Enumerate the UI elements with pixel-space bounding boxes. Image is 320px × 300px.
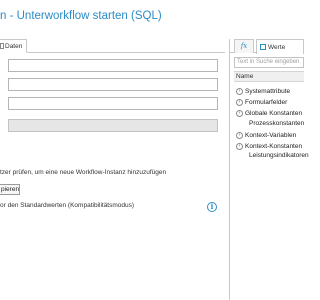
window-title: n - Unterworkflow starten (SQL) [0,10,162,22]
tab-daten[interactable]: Daten [0,39,27,53]
title-bar: n - Unterworkflow starten (SQL) [0,0,300,30]
tree-item-prozesskonstanten[interactable]: Prozesskonstanten [249,119,304,129]
tree-item-globale-konstanten[interactable]: › Globale Konstanten [236,108,302,118]
expand-arrow-icon[interactable]: › [236,87,243,95]
input-field-3[interactable] [8,97,218,110]
left-panel: tzer prüfen, um eine neue Workflow-Insta… [0,53,225,300]
tree-item-label: Kontext-Variablen [245,131,297,139]
tree-item-kontext-konstanten[interactable]: › Kontext-Konstanten [236,141,302,151]
standard-values-label: or den Standardwerten (Kompatibilitätsmo… [0,202,135,209]
daten-tab-icon [0,43,4,49]
tab-daten-label: Daten [5,42,23,50]
left-tab-strip: Daten [0,39,225,53]
panel-divider[interactable] [229,39,230,300]
copy-button[interactable]: pieren [0,184,20,195]
tab-werte-label: Werte [268,43,286,51]
tab-werte[interactable]: Werte [256,39,304,54]
tree-item-label: Formularfelder [245,98,288,106]
expand-arrow-icon[interactable]: › [236,109,243,117]
expand-arrow-icon[interactable]: › [236,142,243,150]
tab-fx[interactable]: fx [234,39,254,53]
info-icon[interactable]: i [207,202,217,212]
disabled-field [8,119,218,132]
expand-arrow-icon[interactable]: › [236,98,243,106]
search-input[interactable]: Text in Suche eingeben [234,57,304,68]
add-instance-hint: tzer prüfen, um eine neue Workflow-Insta… [0,169,167,176]
tree-item-label: Globale Konstanten [245,109,303,117]
input-field-1[interactable] [8,59,218,72]
tree-item-formularfelder[interactable]: › Formularfelder [236,97,287,107]
tree-item-label: Kontext-Konstanten [245,142,303,150]
tree-item-kontext-variablen[interactable]: › Kontext-Variablen [236,130,296,140]
tree-item-label: Systemattribute [245,87,291,95]
expand-arrow-icon[interactable]: › [236,131,243,139]
name-column-header[interactable]: Name [234,71,304,82]
input-field-2[interactable] [8,78,218,91]
tree-item-leistungsindikatoren[interactable]: Leistungsindikatoren [249,151,309,161]
tree-item-systemattribute[interactable]: › Systemattribute [236,86,290,96]
werte-tab-icon [260,44,266,50]
